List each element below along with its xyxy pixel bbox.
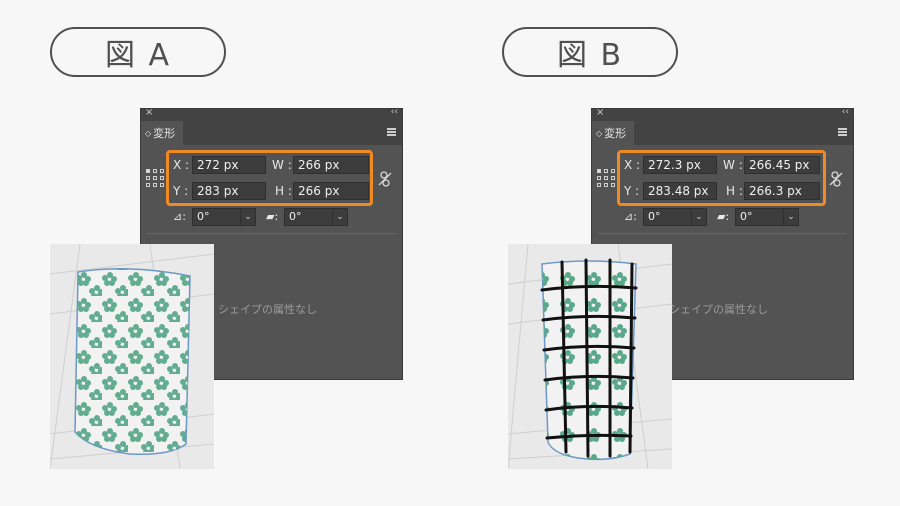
shear-dropdown[interactable]: 0° ⌄ — [284, 208, 348, 226]
no-shape-attributes-text: シェイプの属性なし — [669, 303, 768, 316]
rotate-icon: ⊿: — [173, 210, 186, 223]
figure-a-label-text: 図 A — [104, 38, 172, 73]
constrain-proportions-icon[interactable] — [829, 171, 843, 187]
shear-dropdown[interactable]: 0° ⌄ — [735, 208, 799, 226]
chevron-down-icon: ⌄ — [691, 208, 706, 226]
shear-icon: ▰: — [266, 210, 279, 223]
tab-arrows-icon: ◇ — [596, 128, 603, 138]
panel-b-tabrow: ◇ 変形 — [592, 121, 853, 145]
tab-transform[interactable]: ◇ 変形 — [592, 121, 634, 145]
panel-divider — [147, 233, 396, 234]
reference-point-icon[interactable] — [597, 169, 615, 187]
reference-point-icon[interactable] — [146, 169, 164, 187]
panel-divider — [598, 233, 847, 234]
collapse-icon[interactable]: ‹‹ — [842, 107, 849, 117]
rotate-dropdown[interactable]: 0° ⌄ — [643, 208, 707, 226]
panel-a-titlebar: × ‹‹ — [141, 107, 402, 121]
tab-transform-label: 変形 — [604, 127, 627, 140]
rotate-icon: ⊿: — [624, 210, 637, 223]
rotate-dropdown[interactable]: 0° ⌄ — [192, 208, 256, 226]
tab-arrows-icon: ◇ — [145, 128, 152, 138]
shear-icon: ▰: — [717, 210, 730, 223]
chevron-down-icon: ⌄ — [332, 208, 347, 226]
highlight-box-b — [617, 150, 826, 206]
figure-a-label: 図 A — [50, 27, 226, 77]
figure-b-label: 図 B — [502, 27, 678, 77]
panel-menu-icon[interactable] — [387, 128, 396, 136]
figure-b-label-text: 図 B — [556, 38, 624, 73]
chevron-down-icon: ⌄ — [783, 208, 798, 226]
collapse-icon[interactable]: ‹‹ — [391, 107, 398, 117]
pouch-render-b — [508, 244, 672, 469]
pouch-render-a — [50, 244, 214, 469]
panel-b-titlebar: × ‹‹ — [592, 107, 853, 121]
no-shape-attributes-text: シェイプの属性なし — [218, 303, 317, 316]
highlight-box-a — [166, 150, 373, 206]
chevron-down-icon: ⌄ — [240, 208, 255, 226]
close-icon[interactable]: × — [596, 107, 604, 118]
panel-a-tabrow: ◇ 変形 — [141, 121, 402, 145]
panel-menu-icon[interactable] — [838, 128, 847, 136]
close-icon[interactable]: × — [145, 107, 153, 118]
constrain-proportions-icon[interactable] — [378, 171, 392, 187]
tab-transform-label: 変形 — [153, 127, 176, 140]
tab-transform[interactable]: ◇ 変形 — [141, 121, 183, 145]
